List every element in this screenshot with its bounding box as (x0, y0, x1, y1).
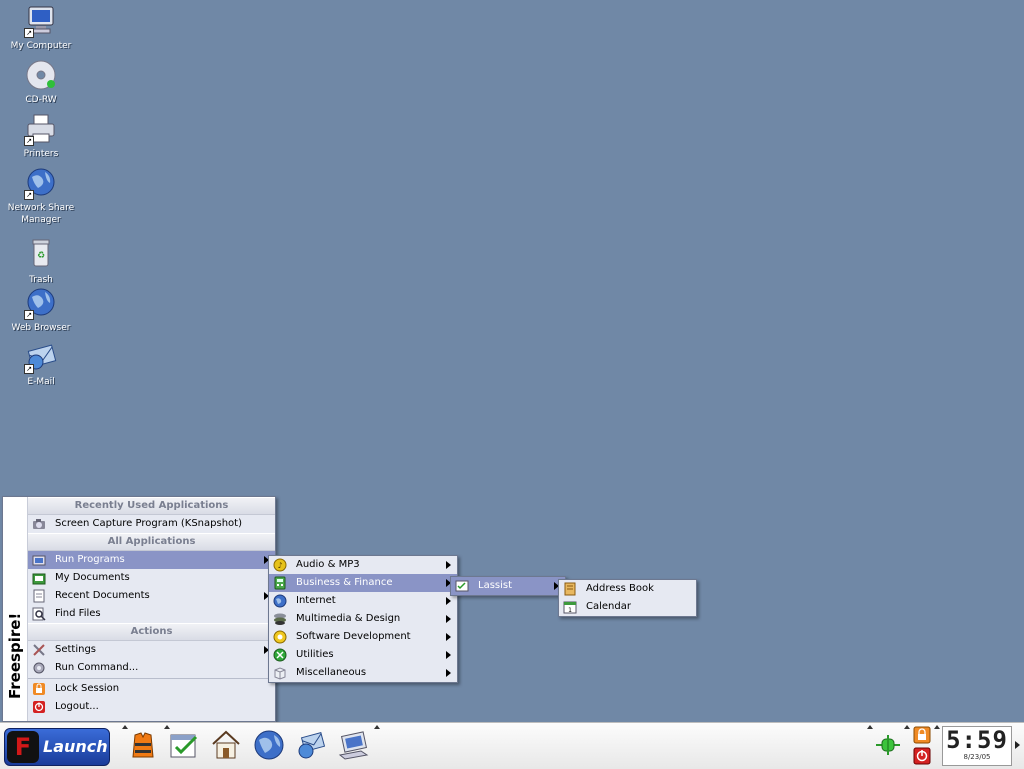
svg-text:1: 1 (568, 607, 572, 614)
utilities-icon (273, 648, 287, 662)
menu-item-lock-session[interactable]: Lock Session (28, 680, 275, 698)
home-icon[interactable] (210, 729, 242, 761)
launch-menu: Freespire! Recently Used Applications Sc… (2, 496, 276, 722)
globe-icon: ↗ (24, 166, 58, 200)
desktop-icon-label: Trash (29, 275, 53, 285)
clock-time: 5:59 (946, 726, 1008, 754)
actions-header: Actions (28, 623, 275, 641)
freespire-brand-strip: Freespire! (3, 497, 28, 721)
submenu-arrow-icon (446, 597, 451, 605)
desktop-icon-trash[interactable]: ♻ Trash (1, 238, 81, 286)
submenu-arrow-icon (446, 633, 451, 641)
programs-submenu: ♪ Audio & MP3 Business & Finance Interne… (268, 555, 458, 683)
lock-screen-button[interactable] (913, 726, 931, 744)
menu-item-calendar[interactable]: 1 Calendar (559, 598, 696, 616)
trash-icon: ♻ (31, 238, 51, 272)
checklist-icon[interactable] (168, 729, 200, 761)
menu-item-ksnapshot[interactable]: Screen Capture Program (KSnapshot) (28, 515, 275, 533)
multimedia-icon (273, 612, 287, 626)
desktop-icon-network-share-manager[interactable]: ↗ Network Share Manager (1, 166, 81, 226)
programs-icon (32, 553, 46, 567)
desktop-icon-e-mail[interactable]: ↗ E-Mail (1, 340, 81, 388)
submenu-arrow-icon (446, 561, 451, 569)
lock-icon (32, 682, 46, 696)
address-book-icon (563, 582, 577, 596)
svg-text:♪: ♪ (277, 561, 282, 570)
globe-icon[interactable] (253, 729, 285, 761)
quicklaunch-expand-icon[interactable] (374, 725, 380, 729)
taskbar-scroll-right-icon[interactable] (1015, 741, 1020, 749)
document-icon (32, 589, 46, 603)
gear-icon (32, 661, 46, 675)
menu-item-audio-mp3[interactable]: ♪ Audio & MP3 (269, 556, 457, 574)
svg-text:♻: ♻ (37, 251, 45, 261)
menu-item-recent-documents[interactable]: Recent Documents (28, 587, 275, 605)
brand-label: Freespire! (6, 612, 24, 699)
laptop-icon[interactable] (337, 729, 369, 761)
menu-item-business-finance[interactable]: Business & Finance (269, 574, 457, 592)
gear-icon (273, 630, 287, 644)
menu-item-multimedia-design[interactable]: Multimedia & Design (269, 610, 457, 628)
menu-item-utilities[interactable]: Utilities (269, 646, 457, 664)
submenu-arrow-icon (446, 669, 451, 677)
desktop-icon-web-browser[interactable]: ↗ Web Browser (1, 286, 81, 334)
life-vest-icon[interactable] (127, 729, 159, 761)
menu-item-lassist[interactable]: Lassist (451, 577, 565, 595)
cd-icon (24, 58, 58, 92)
menu-item-software-development[interactable]: Software Development (269, 628, 457, 646)
menu-item-miscellaneous[interactable]: Miscellaneous (269, 664, 457, 682)
box-icon (273, 666, 287, 680)
monitor-icon: ↗ (24, 4, 58, 38)
tools-icon (32, 643, 46, 657)
clock-date: 8/23/05 (963, 753, 991, 761)
menu-item-run-command[interactable]: Run Command... (28, 659, 275, 677)
printer-icon: ↗ (24, 112, 58, 146)
menu-item-logout[interactable]: Logout... (28, 698, 275, 716)
tray-expand-icon[interactable] (867, 725, 873, 729)
desktop-icon-label: Network Share Manager (7, 203, 75, 225)
recent-apps-header: Recently Used Applications (28, 497, 275, 515)
desktop-icon-label: CD-RW (25, 95, 57, 105)
logout-button[interactable] (913, 747, 931, 765)
menu-separator (28, 678, 275, 679)
menu-item-address-book[interactable]: Address Book (559, 580, 696, 598)
tray-expand-icon[interactable] (934, 725, 940, 729)
freespire-logo-icon: F (7, 731, 39, 763)
lassist-submenu: Address Book 1 Calendar (558, 579, 697, 617)
menu-item-find-files[interactable]: Find Files (28, 605, 275, 623)
desktop-icon-label: E-Mail (27, 377, 55, 387)
power-icon (32, 700, 46, 714)
checklist-icon (455, 579, 469, 593)
magnifier-icon (32, 607, 46, 621)
submenu-arrow-icon (446, 651, 451, 659)
all-apps-header: All Applications (28, 533, 275, 551)
desktop-icon-my-computer[interactable]: ↗ My Computer (1, 4, 81, 52)
taskbar: F Launch 5:59 8/23/05 (0, 722, 1024, 769)
desktop-icon-label: Printers (23, 149, 59, 159)
desktop-icon-cd-rw[interactable]: CD-RW (1, 58, 81, 106)
mail-icon: ↗ (24, 340, 58, 374)
desktop-icon-label: My Computer (10, 41, 72, 51)
calendar-icon: 1 (563, 600, 577, 614)
camera-icon (32, 517, 46, 531)
menu-item-my-documents[interactable]: My Documents (28, 569, 275, 587)
menu-item-internet[interactable]: Internet (269, 592, 457, 610)
tray-expand-icon[interactable] (904, 725, 910, 729)
network-connection-icon[interactable] (874, 733, 902, 757)
launch-button[interactable]: F Launch (4, 728, 110, 766)
calculator-icon (273, 576, 287, 590)
music-icon: ♪ (273, 558, 287, 572)
desktop-icon-printers[interactable]: ↗ Printers (1, 112, 81, 160)
menu-item-settings[interactable]: Settings (28, 641, 275, 659)
mail-icon[interactable] (295, 729, 327, 761)
globe-icon (273, 594, 287, 608)
clock-widget[interactable]: 5:59 8/23/05 (942, 726, 1012, 766)
desktop-icon-label: Web Browser (11, 323, 71, 333)
folder-icon (32, 571, 46, 585)
launch-label: Launch (43, 737, 108, 756)
submenu-arrow-icon (446, 615, 451, 623)
business-submenu: Lassist (450, 576, 566, 596)
menu-item-run-programs[interactable]: Run Programs (28, 551, 275, 569)
globe-icon: ↗ (24, 286, 58, 320)
